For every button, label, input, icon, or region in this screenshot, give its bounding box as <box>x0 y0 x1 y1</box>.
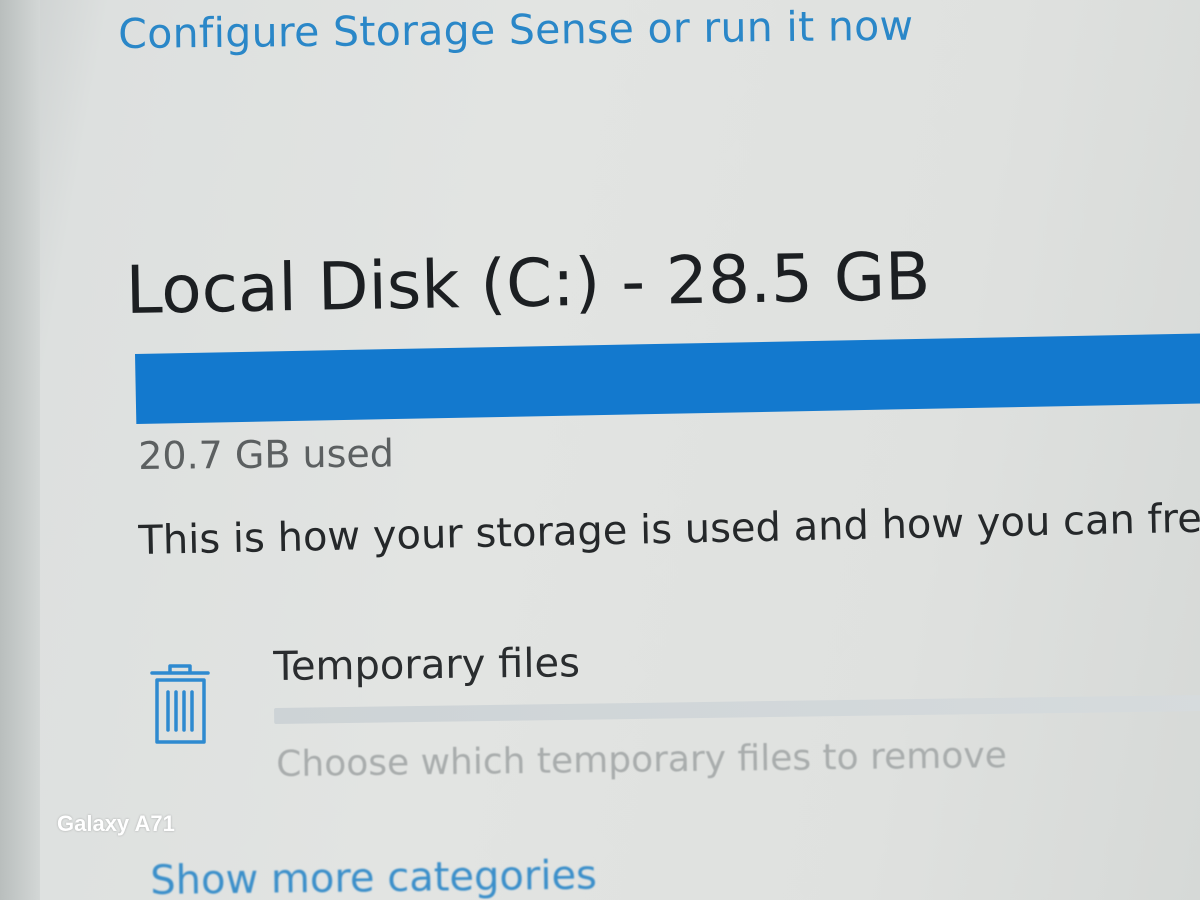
disk-usage-bar <box>135 332 1200 424</box>
left-panel-edge <box>0 0 40 900</box>
camera-watermark: Galaxy A71 <box>57 811 175 836</box>
disk-title: Local Disk (C:) - 28.5 GB <box>125 237 931 329</box>
disk-used-text: 20.7 GB used <box>138 431 395 478</box>
category-name: Temporary files <box>273 640 581 690</box>
trash-icon <box>148 662 212 746</box>
storage-description: This is how your storage is used and how… <box>138 495 1200 564</box>
configure-storage-sense-link[interactable]: Configure Storage Sense or run it now <box>118 2 914 58</box>
category-description: Choose which temporary files to remove <box>276 735 1008 785</box>
show-more-categories-link[interactable]: Show more categories <box>150 853 597 900</box>
category-temporary-files[interactable]: Temporary files Choose which temporary f… <box>148 640 1200 800</box>
category-usage-bar <box>274 694 1200 724</box>
disk-usage-fill <box>135 332 1200 424</box>
